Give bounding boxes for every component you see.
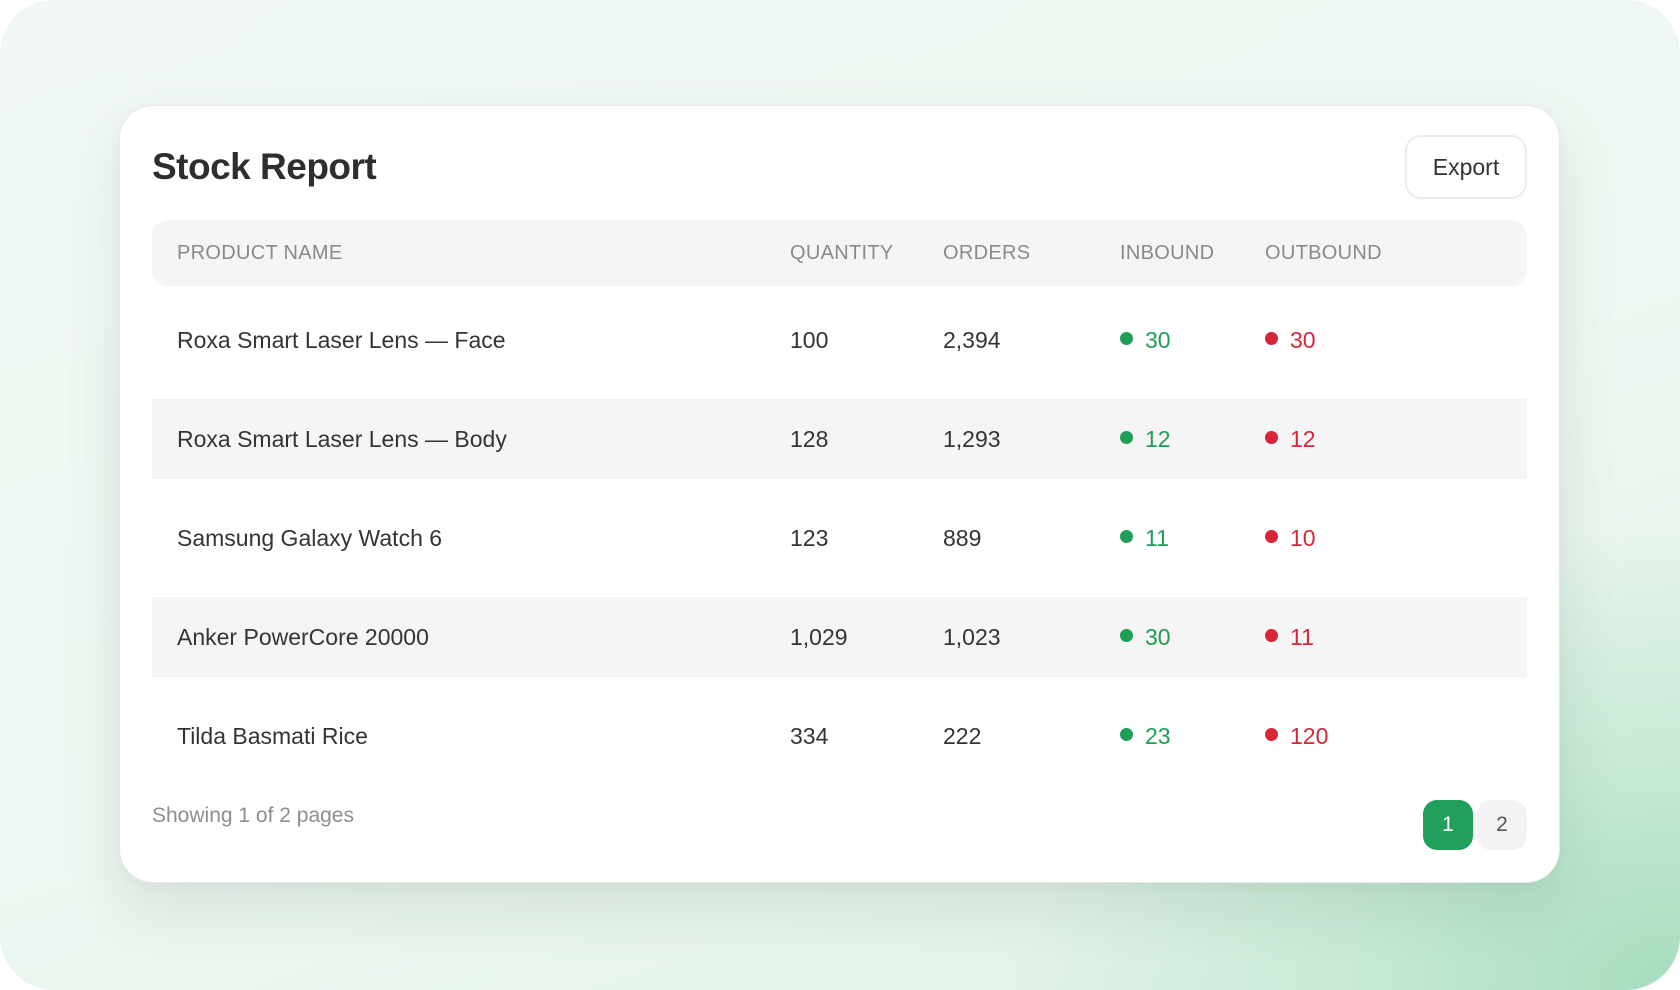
inbound-cell: 23	[1120, 696, 1171, 776]
column-header-product-name[interactable]: PRODUCT NAME	[177, 220, 342, 286]
orders-cell: 1,293	[943, 426, 1001, 452]
column-header-outbound[interactable]: OUTBOUND	[1265, 220, 1382, 286]
inbound-cell: 30	[1120, 597, 1171, 677]
inbound-value: 23	[1145, 723, 1171, 749]
outbound-dot-icon	[1265, 332, 1278, 345]
table-row[interactable]: Roxa Smart Laser Lens — Face 100 2,394 3…	[152, 286, 1527, 385]
outbound-cell: 120	[1265, 696, 1328, 776]
page-button-1[interactable]: 1	[1423, 800, 1473, 850]
inbound-value: 12	[1145, 426, 1171, 452]
outbound-dot-icon	[1265, 629, 1278, 642]
product-name-cell: Samsung Galaxy Watch 6	[177, 525, 443, 551]
outbound-value: 30	[1290, 327, 1316, 353]
inbound-dot-icon	[1120, 431, 1133, 444]
product-name-cell: Roxa Smart Laser Lens — Face	[177, 327, 506, 353]
quantity-cell: 128	[790, 426, 829, 452]
inbound-dot-icon	[1120, 530, 1133, 543]
inbound-cell: 11	[1120, 498, 1169, 578]
inbound-cell: 30	[1120, 300, 1171, 380]
inbound-dot-icon	[1120, 332, 1133, 345]
outbound-value: 10	[1290, 525, 1316, 551]
quantity-cell: 123	[790, 525, 829, 551]
page-button-2[interactable]: 2	[1477, 800, 1527, 850]
pagination-summary: Showing 1 of 2 pages	[152, 804, 354, 827]
outbound-value: 11	[1290, 624, 1314, 650]
table-row[interactable]: Tilda Basmati Rice 334 222 23 120	[152, 682, 1527, 781]
inbound-value: 11	[1145, 525, 1169, 551]
column-header-orders[interactable]: ORDERS	[943, 220, 1030, 286]
product-name-cell: Anker PowerCore 20000	[177, 624, 429, 650]
table-header: PRODUCT NAME QUANTITY ORDERS INBOUND OUT…	[152, 220, 1527, 286]
outbound-dot-icon	[1265, 530, 1278, 543]
stock-report-card: Stock Report Export PRODUCT NAME QUANTIT…	[119, 105, 1560, 883]
orders-cell: 1,023	[943, 624, 1001, 650]
page-title: Stock Report	[152, 146, 377, 187]
outbound-cell: 12	[1265, 399, 1316, 479]
product-name-cell: Tilda Basmati Rice	[177, 723, 368, 749]
quantity-cell: 1,029	[790, 624, 848, 650]
inbound-dot-icon	[1120, 629, 1133, 642]
table-row[interactable]: Roxa Smart Laser Lens — Body 128 1,293 1…	[152, 385, 1527, 484]
page-background: Stock Report Export PRODUCT NAME QUANTIT…	[0, 0, 1680, 990]
table-body: Roxa Smart Laser Lens — Face 100 2,394 3…	[152, 286, 1527, 781]
quantity-cell: 100	[790, 327, 829, 353]
outbound-value: 120	[1290, 723, 1329, 749]
inbound-value: 30	[1145, 624, 1171, 650]
column-header-quantity[interactable]: QUANTITY	[790, 220, 894, 286]
outbound-dot-icon	[1265, 431, 1278, 444]
outbound-cell: 11	[1265, 597, 1314, 677]
orders-cell: 2,394	[943, 327, 1001, 353]
inbound-cell: 12	[1120, 399, 1171, 479]
inbound-value: 30	[1145, 327, 1171, 353]
orders-cell: 222	[943, 723, 982, 749]
column-header-inbound[interactable]: INBOUND	[1120, 220, 1214, 286]
quantity-cell: 334	[790, 723, 829, 749]
table-row[interactable]: Anker PowerCore 20000 1,029 1,023 30 11	[152, 583, 1527, 682]
table-row[interactable]: Samsung Galaxy Watch 6 123 889 11 10	[152, 484, 1527, 583]
outbound-value: 12	[1290, 426, 1316, 452]
outbound-cell: 30	[1265, 300, 1316, 380]
outbound-dot-icon	[1265, 728, 1278, 741]
export-button[interactable]: Export	[1405, 135, 1527, 199]
product-name-cell: Roxa Smart Laser Lens — Body	[177, 426, 507, 452]
inbound-dot-icon	[1120, 728, 1133, 741]
orders-cell: 889	[943, 525, 982, 551]
outbound-cell: 10	[1265, 498, 1316, 578]
